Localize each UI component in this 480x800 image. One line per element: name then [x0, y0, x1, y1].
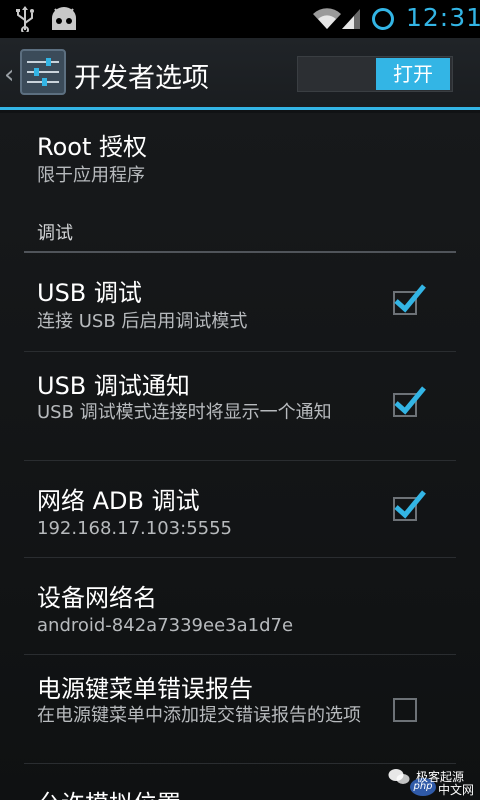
- wechat-icon: [388, 769, 410, 784]
- sync-ring-icon: [372, 8, 394, 30]
- pref-root-authorization[interactable]: Root 授权 限于应用程序: [0, 113, 480, 207]
- pref-summary: android-842a7339ee3a1d7e: [37, 615, 294, 636]
- wifi-icon: [313, 8, 341, 30]
- status-bar: 12:31: [0, 0, 480, 38]
- pref-summary: 连接 USB 后启用调试模式: [37, 311, 248, 332]
- checkmark-icon: [394, 490, 426, 519]
- checkmark-icon: [394, 284, 426, 313]
- pref-summary: 在电源键菜单中添加提交错误报告的选项: [37, 705, 361, 726]
- pref-usb-debugging-notification[interactable]: USB 调试通知 USB 调试模式连接时将显示一个通知: [0, 352, 480, 459]
- category-header: 调试: [37, 223, 73, 244]
- pref-title: USB 调试通知: [37, 372, 190, 400]
- usb-debugging-checkbox[interactable]: [393, 284, 426, 315]
- watermark: php 极客起源 中文网: [388, 766, 478, 798]
- watermark-line-2: 中文网: [438, 783, 475, 797]
- clock: 12:31: [406, 3, 480, 32]
- page-title: 开发者选项: [74, 63, 209, 94]
- settings-app-icon[interactable]: [20, 49, 66, 95]
- android-debug-icon: [52, 7, 76, 30]
- pref-title: 网络 ADB 调试: [37, 487, 200, 515]
- usb-icon: [16, 6, 34, 32]
- pref-power-menu-bug-report[interactable]: 电源键菜单错误报告 在电源键菜单中添加提交错误报告的选项: [0, 655, 480, 763]
- cell-signal-icon: [342, 9, 360, 29]
- back-chevron-icon[interactable]: ‹: [4, 60, 14, 90]
- pref-summary: 限于应用程序: [37, 165, 145, 186]
- network-adb-checkbox[interactable]: [393, 490, 426, 521]
- pref-device-network-name[interactable]: 设备网络名 android-842a7339ee3a1d7e: [0, 558, 480, 654]
- pref-usb-debugging[interactable]: USB 调试 连接 USB 后启用调试模式: [0, 253, 480, 350]
- pref-title: USB 调试: [37, 279, 142, 307]
- pref-summary: 192.168.17.103:5555: [37, 518, 233, 539]
- usb-notification-checkbox[interactable]: [393, 386, 426, 417]
- pref-title: 电源键菜单错误报告: [37, 675, 253, 703]
- pref-title: 允许模拟位置: [37, 784, 181, 800]
- checkmark-icon: [394, 386, 426, 415]
- pref-title: Root 授权: [37, 133, 148, 161]
- developer-options-switch[interactable]: 打开: [297, 56, 453, 92]
- pref-network-adb-debugging[interactable]: 网络 ADB 调试 192.168.17.103:5555: [0, 461, 480, 557]
- pref-summary: USB 调试模式连接时将显示一个通知: [37, 402, 332, 423]
- power-menu-bug-report-checkbox[interactable]: [393, 698, 417, 722]
- action-bar: ‹ 开发者选项 打开: [0, 38, 480, 110]
- pref-title: 设备网络名: [37, 584, 157, 612]
- switch-on-label: 打开: [376, 58, 450, 90]
